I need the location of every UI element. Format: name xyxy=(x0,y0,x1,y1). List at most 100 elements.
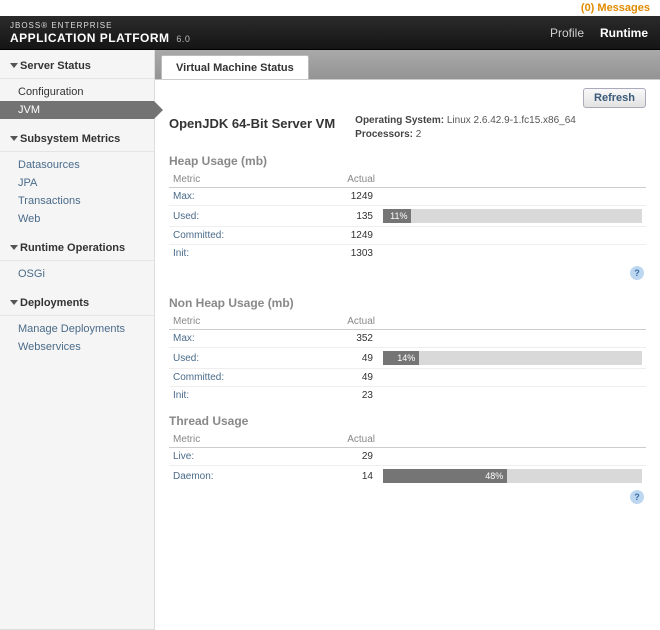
proc-label: Processors: xyxy=(355,129,413,140)
metrics-table-heap: MetricActualMax:1249Used:135 11% Committed… xyxy=(169,172,646,262)
table-row: Daemon:14 48% xyxy=(169,466,646,487)
content-area: Refresh OpenJDK 64-Bit Server VM Operati… xyxy=(155,80,660,630)
sidebar-section-title: Deployments xyxy=(20,297,89,309)
sidebar-section-header[interactable]: Deployments xyxy=(0,291,154,316)
metrics-table-nonheap: MetricActualMax:352Used:4914%Committed:4… xyxy=(169,314,646,404)
main-panel: Virtual Machine Status Refresh OpenJDK 6… xyxy=(155,50,660,630)
metric-label: Max: xyxy=(169,330,329,348)
table-row: Committed:1249 xyxy=(169,227,646,245)
os-label: Operating System: xyxy=(355,115,444,126)
brand-line2-text: APPLICATION PLATFORM xyxy=(10,31,170,45)
table-row: Max:1249 xyxy=(169,188,646,206)
metrics-table-thread: MetricActualLive:29Daemon:14 48% xyxy=(169,432,646,486)
sidebar-item[interactable]: Web xyxy=(0,210,154,228)
brand-line2: APPLICATION PLATFORM 6.0 xyxy=(10,32,190,45)
col-metric: Metric xyxy=(169,432,329,448)
table-row: Used:4914% xyxy=(169,348,646,369)
metric-bar-cell xyxy=(379,448,646,466)
brand-logo: JBOSS® ENTERPRISE APPLICATION PLATFORM 6… xyxy=(10,20,190,45)
metric-value: 23 xyxy=(329,387,379,405)
metric-value: 49 xyxy=(329,369,379,387)
refresh-button[interactable]: Refresh xyxy=(583,88,646,108)
vm-meta: Operating System: Linux 2.6.42.9-1.fc15.… xyxy=(355,114,576,142)
metric-value: 1249 xyxy=(329,188,379,206)
help-icon[interactable]: ? xyxy=(630,490,644,504)
metric-label: Max: xyxy=(169,188,329,206)
sidebar-item[interactable]: Datasources xyxy=(0,156,154,174)
table-row: Used:135 11% xyxy=(169,206,646,227)
metric-value: 352 xyxy=(329,330,379,348)
metric-label: Used: xyxy=(169,206,329,227)
sidebar-item[interactable]: Transactions xyxy=(0,192,154,210)
metric-bar-cell: 14% xyxy=(379,348,646,369)
chevron-down-icon xyxy=(10,61,18,69)
metric-label: Init: xyxy=(169,245,329,263)
nav-runtime[interactable]: Runtime xyxy=(600,26,648,40)
table-row: Committed:49 xyxy=(169,369,646,387)
messages-text: (0) Messages xyxy=(581,2,650,14)
refresh-label: Refresh xyxy=(594,92,635,104)
metric-value: 14 xyxy=(329,466,379,487)
metric-bar-cell xyxy=(379,369,646,387)
proc-value: 2 xyxy=(416,129,422,140)
metric-value: 135 xyxy=(329,206,379,227)
metric-bar-cell xyxy=(379,330,646,348)
sidebar-item[interactable]: JPA xyxy=(0,174,154,192)
tab-vm-status[interactable]: Virtual Machine Status xyxy=(161,55,309,79)
metric-bar-cell xyxy=(379,387,646,405)
tab-bar: Virtual Machine Status xyxy=(155,50,660,80)
metric-label: Live: xyxy=(169,448,329,466)
metric-bar-cell xyxy=(379,188,646,206)
col-actual: Actual xyxy=(329,172,379,188)
group-title-heap: Heap Usage (mb) xyxy=(169,154,646,168)
col-metric: Metric xyxy=(169,172,329,188)
col-actual: Actual xyxy=(329,314,379,330)
bar-inner: 11% xyxy=(383,209,411,223)
metric-value: 1303 xyxy=(329,245,379,263)
metric-bar-cell xyxy=(379,245,646,263)
messages-bar[interactable]: (0) Messages xyxy=(0,0,660,16)
sidebar-item[interactable]: JVM xyxy=(0,101,154,119)
chevron-down-icon xyxy=(10,243,18,251)
sidebar-section-title: Server Status xyxy=(20,60,91,72)
chevron-down-icon xyxy=(10,298,18,306)
sidebar-section-header[interactable]: Subsystem Metrics xyxy=(0,127,154,152)
metric-bar-cell: 11% xyxy=(379,206,646,227)
brand-version: 6.0 xyxy=(176,34,190,44)
metric-value: 29 xyxy=(329,448,379,466)
sidebar: Server Status ConfigurationJVM Subsystem M… xyxy=(0,50,155,630)
col-bar xyxy=(379,432,646,448)
sidebar-section-title: Runtime Operations xyxy=(20,242,125,254)
sidebar-item[interactable]: Configuration xyxy=(0,83,154,101)
metric-label: Committed: xyxy=(169,369,329,387)
metric-label: Daemon: xyxy=(169,466,329,487)
sidebar-section-header[interactable]: Runtime Operations xyxy=(0,236,154,261)
metric-label: Init: xyxy=(169,387,329,405)
group-title-nonheap: Non Heap Usage (mb) xyxy=(169,296,646,310)
bar-inner: 48% xyxy=(383,469,507,483)
col-bar xyxy=(379,172,646,188)
sidebar-item[interactable]: Manage Deployments xyxy=(0,320,154,338)
metric-bar-cell: 48% xyxy=(379,466,646,487)
app-header: JBOSS® ENTERPRISE APPLICATION PLATFORM 6… xyxy=(0,16,660,50)
bar-outer: 14% xyxy=(383,351,642,365)
top-nav: Profile Runtime xyxy=(550,26,648,40)
sidebar-section-title: Subsystem Metrics xyxy=(20,133,120,145)
metric-value: 49 xyxy=(329,348,379,369)
sidebar-section-header[interactable]: Server Status xyxy=(0,54,154,79)
col-actual: Actual xyxy=(329,432,379,448)
table-row: Init:23 xyxy=(169,387,646,405)
metric-label: Committed: xyxy=(169,227,329,245)
bar-outer: 11% xyxy=(383,209,642,223)
bar-inner: 14% xyxy=(383,351,419,365)
nav-profile[interactable]: Profile xyxy=(550,26,584,40)
col-metric: Metric xyxy=(169,314,329,330)
table-row: Live:29 xyxy=(169,448,646,466)
sidebar-item[interactable]: OSGi xyxy=(0,265,154,283)
sidebar-item[interactable]: Webservices xyxy=(0,338,154,356)
group-title-thread: Thread Usage xyxy=(169,414,646,428)
help-icon[interactable]: ? xyxy=(630,266,644,280)
tab-label: Virtual Machine Status xyxy=(176,62,294,74)
chevron-down-icon xyxy=(10,134,18,142)
os-value: Linux 2.6.42.9-1.fc15.x86_64 xyxy=(447,115,576,126)
